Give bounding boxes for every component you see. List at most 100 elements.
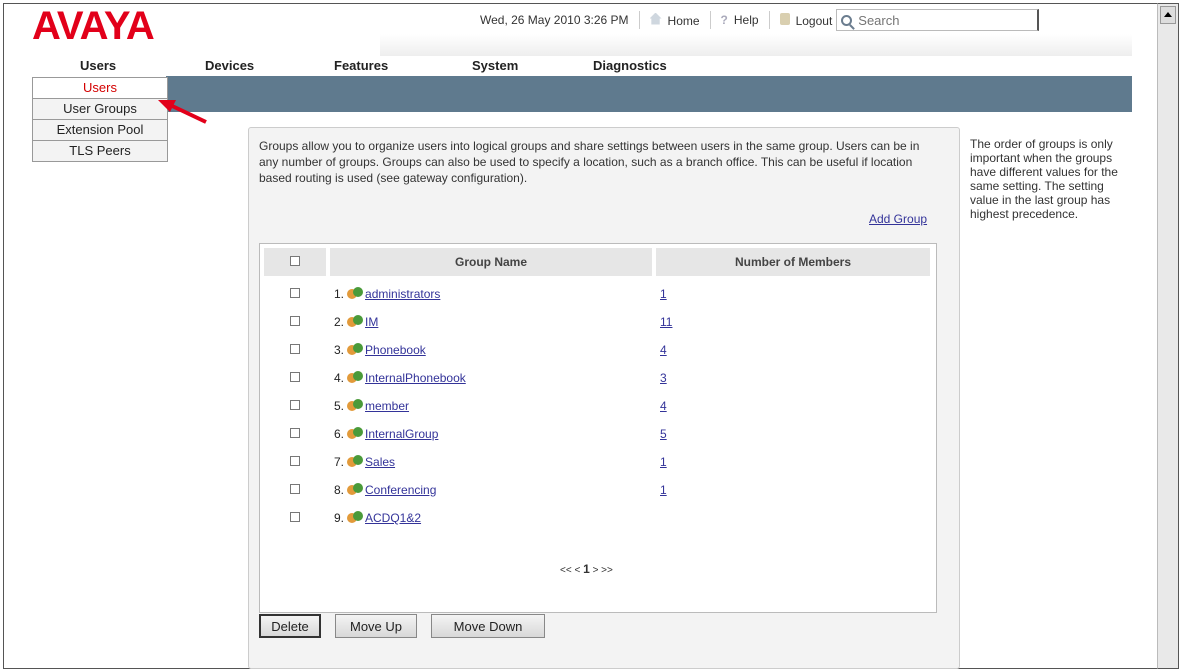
- group-name-link[interactable]: administrators: [365, 287, 440, 301]
- group-icon: [347, 427, 364, 441]
- row-number: 7.: [334, 455, 345, 469]
- member-count-link[interactable]: 5: [660, 427, 667, 441]
- row-number: 3.: [334, 343, 345, 357]
- help-label: Help: [733, 13, 759, 27]
- group-name-link[interactable]: InternalGroup: [365, 427, 438, 441]
- scroll-up-arrow-icon[interactable]: [1160, 6, 1176, 24]
- help-link[interactable]: ? Help: [721, 13, 759, 27]
- table-row: 2. IM 11: [264, 308, 930, 336]
- users-submenu: Users User Groups Extension Pool TLS Pee…: [32, 77, 168, 162]
- group-name-link[interactable]: member: [365, 399, 409, 413]
- member-count-link[interactable]: 4: [660, 343, 667, 357]
- top-utility-bar: Wed, 26 May 2010 3:26 PM Home ? Help Logo…: [480, 8, 1040, 32]
- row-checkbox[interactable]: [290, 344, 300, 354]
- nav-features[interactable]: Features: [334, 58, 388, 73]
- table-row: 3. Phonebook 4: [264, 336, 930, 364]
- lock-icon: [779, 12, 790, 25]
- row-checkbox[interactable]: [290, 428, 300, 438]
- member-count-link[interactable]: 1: [660, 483, 667, 497]
- datetime: Wed, 26 May 2010 3:26 PM: [480, 13, 629, 27]
- move-up-button[interactable]: Move Up: [335, 614, 417, 638]
- row-checkbox[interactable]: [290, 456, 300, 466]
- member-count-link[interactable]: 1: [660, 287, 667, 301]
- group-icon: [347, 343, 364, 357]
- row-number: 5.: [334, 399, 345, 413]
- group-icon: [347, 287, 364, 301]
- home-link[interactable]: Home: [649, 12, 700, 28]
- row-number: 9.: [334, 511, 345, 525]
- logout-label: Logout: [795, 13, 833, 28]
- help-icon: ?: [720, 13, 728, 27]
- vertical-scrollbar[interactable]: [1157, 3, 1179, 669]
- table-row: 6. InternalGroup 5: [264, 420, 930, 448]
- row-number: 2.: [334, 315, 345, 329]
- home-icon: [649, 12, 662, 25]
- member-count-link[interactable]: 4: [660, 399, 667, 413]
- row-checkbox[interactable]: [290, 288, 300, 298]
- nav-system[interactable]: System: [472, 58, 518, 73]
- row-number: 8.: [334, 483, 345, 497]
- group-name-link[interactable]: Conferencing: [365, 483, 436, 497]
- member-count-link[interactable]: 1: [660, 455, 667, 469]
- submenu-tls-peers[interactable]: TLS Peers: [33, 141, 167, 161]
- nav-users[interactable]: Users: [80, 58, 116, 73]
- group-icon: [347, 455, 364, 469]
- nav-devices[interactable]: Devices: [205, 58, 254, 73]
- member-count-link[interactable]: 3: [660, 371, 667, 385]
- row-checkbox[interactable]: [290, 512, 300, 522]
- header-number-of-members[interactable]: Number of Members: [656, 248, 930, 276]
- groups-panel: Groups allow you to organize users into …: [248, 127, 960, 669]
- row-number: 4.: [334, 371, 345, 385]
- table-row: 7. Sales 1: [264, 448, 930, 476]
- pager-prev[interactable]: << <: [560, 565, 580, 576]
- header-select-all: [264, 248, 326, 276]
- pager-next[interactable]: > >>: [593, 565, 613, 576]
- row-checkbox[interactable]: [290, 484, 300, 494]
- home-label: Home: [667, 13, 700, 28]
- add-group-link[interactable]: Add Group: [869, 212, 927, 226]
- divider: [768, 11, 770, 29]
- group-name-link[interactable]: ACDQ1&2: [365, 511, 421, 525]
- group-name-link[interactable]: InternalPhonebook: [365, 371, 466, 385]
- nav-diagnostics[interactable]: Diagnostics: [593, 58, 667, 73]
- table-row: 9. ACDQ1&2: [264, 504, 930, 532]
- submenu-users[interactable]: Users: [33, 78, 167, 99]
- delete-button[interactable]: Delete: [259, 614, 321, 638]
- row-checkbox[interactable]: [290, 400, 300, 410]
- group-icon: [347, 315, 364, 329]
- move-down-button[interactable]: Move Down: [431, 614, 545, 638]
- search-icon: [841, 14, 853, 26]
- groups-table: Group Name Number of Members 1. administr…: [259, 243, 937, 613]
- row-number: 1.: [334, 287, 345, 301]
- submenu-extension-pool[interactable]: Extension Pool: [33, 120, 167, 141]
- group-name-link[interactable]: Phonebook: [365, 343, 426, 357]
- header-group-name[interactable]: Group Name: [330, 248, 652, 276]
- divider: [638, 11, 640, 29]
- pager-current-page: 1: [583, 562, 590, 576]
- pagination: << < 1 > >>: [560, 562, 613, 576]
- group-icon: [347, 371, 364, 385]
- search-input[interactable]: [856, 11, 1031, 29]
- row-checkbox[interactable]: [290, 372, 300, 382]
- table-row: 8. Conferencing 1: [264, 476, 930, 504]
- table-row: 1. administrators 1: [264, 280, 930, 308]
- group-name-link[interactable]: Sales: [365, 455, 395, 469]
- group-name-link[interactable]: IM: [365, 315, 378, 329]
- row-checkbox[interactable]: [290, 316, 300, 326]
- table-row: 4. InternalPhonebook 3: [264, 364, 930, 392]
- select-all-checkbox[interactable]: [290, 256, 300, 266]
- group-icon: [347, 483, 364, 497]
- search-box[interactable]: [836, 9, 1040, 31]
- logout-link[interactable]: Logout: [779, 12, 833, 28]
- header-shade: [380, 34, 1132, 56]
- group-icon: [347, 511, 364, 525]
- member-count-link[interactable]: 11: [660, 315, 672, 329]
- intro-text: Groups allow you to organize users into …: [259, 139, 920, 185]
- group-icon: [347, 399, 364, 413]
- side-help-note: The order of groups is only important wh…: [970, 137, 1118, 221]
- table-row: 5. member 4: [264, 392, 930, 420]
- row-number: 6.: [334, 427, 345, 441]
- red-arrow-annotation-icon: [158, 100, 207, 124]
- submenu-user-groups[interactable]: User Groups: [33, 99, 167, 120]
- divider: [709, 11, 711, 29]
